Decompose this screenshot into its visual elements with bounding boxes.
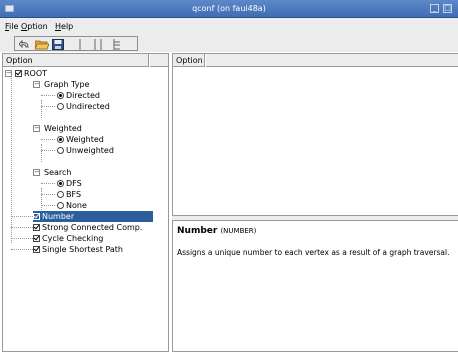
tree-item-unweighted[interactable]: Unweighted bbox=[57, 145, 114, 156]
tree-connector bbox=[41, 183, 55, 184]
tree-connector bbox=[41, 205, 55, 206]
title-bar[interactable]: qconf (on faui48a) _ □ bbox=[0, 0, 458, 18]
checkbox-icon[interactable] bbox=[33, 224, 40, 231]
menu-file[interactable]: File bbox=[5, 22, 18, 31]
option-header-filler bbox=[206, 54, 458, 67]
menu-help[interactable]: Help bbox=[55, 22, 73, 31]
tree-item-label: BFS bbox=[66, 190, 82, 199]
tree-connector bbox=[41, 95, 55, 96]
full-view-icon[interactable] bbox=[112, 39, 122, 50]
single-view-icon[interactable] bbox=[77, 39, 83, 50]
tree-item-label: Number bbox=[42, 212, 75, 221]
option-column-header[interactable]: Option bbox=[173, 54, 205, 67]
tree-item-dfs[interactable]: DFS bbox=[57, 178, 82, 189]
tree-item-root[interactable]: ROOT bbox=[15, 68, 47, 79]
tree-item-label: ROOT bbox=[24, 69, 48, 78]
menu-help-label: elp bbox=[61, 22, 74, 31]
tree-connector bbox=[41, 150, 55, 151]
collapse-icon[interactable]: − bbox=[5, 70, 12, 77]
tree-item-label: Directed bbox=[66, 91, 100, 100]
checkbox-icon[interactable] bbox=[15, 70, 22, 77]
tree-connector bbox=[41, 106, 55, 107]
radio-icon[interactable] bbox=[57, 202, 64, 209]
tree-connector bbox=[11, 76, 12, 243]
tree-item-strong-connected[interactable]: Strong Connected Comp. bbox=[33, 222, 142, 233]
checkbox-icon[interactable] bbox=[33, 213, 40, 220]
tree-item-label: None bbox=[66, 201, 87, 210]
tree-item-label: Cycle Checking bbox=[42, 234, 104, 243]
menu-option[interactable]: Option bbox=[21, 22, 48, 31]
toolbar-frame bbox=[14, 36, 138, 51]
option-list-pane[interactable]: Option bbox=[172, 53, 458, 216]
maximize-button[interactable]: □ bbox=[443, 4, 452, 13]
tree-item-single-shortest-path[interactable]: Single Shortest Path bbox=[33, 244, 123, 255]
tree-item-label: Weighted bbox=[66, 135, 104, 144]
open-folder-icon[interactable] bbox=[35, 39, 49, 50]
tree-item-search[interactable]: Search bbox=[44, 167, 71, 178]
radio-icon[interactable] bbox=[57, 180, 64, 187]
help-pane: Number (NUMBER) Assigns a unique number … bbox=[172, 220, 458, 352]
checkbox-icon[interactable] bbox=[33, 235, 40, 242]
tree-item-number[interactable]: Number bbox=[33, 211, 153, 222]
radio-icon[interactable] bbox=[57, 103, 64, 110]
tree-connector bbox=[41, 144, 42, 162]
collapse-icon[interactable]: − bbox=[33, 169, 40, 176]
tree-item-label: Single Shortest Path bbox=[42, 245, 123, 254]
window-title: qconf (on faui48a) bbox=[192, 4, 266, 13]
tree-item-undirected[interactable]: Undirected bbox=[57, 101, 110, 112]
tree-item-label: Search bbox=[44, 168, 72, 177]
minimize-button[interactable]: _ bbox=[430, 4, 439, 13]
tree-item-weighted-group[interactable]: Weighted bbox=[44, 123, 82, 134]
tree-connector bbox=[41, 139, 55, 140]
tree-item-none[interactable]: None bbox=[57, 200, 87, 211]
checkbox-icon[interactable] bbox=[33, 246, 40, 253]
tree-item-label: Strong Connected Comp. bbox=[42, 223, 143, 232]
config-tree-pane[interactable]: Option − − − − ROOT Graph Type Directed … bbox=[2, 53, 169, 352]
radio-icon[interactable] bbox=[57, 136, 64, 143]
help-option-name: Number bbox=[177, 226, 218, 236]
radio-icon[interactable] bbox=[57, 92, 64, 99]
radio-icon[interactable] bbox=[57, 147, 64, 154]
tree-connector bbox=[41, 100, 42, 118]
tree-item-label: DFS bbox=[66, 179, 82, 188]
tree-item-label: Unweighted bbox=[66, 146, 114, 155]
help-title: Number (NUMBER) bbox=[177, 226, 256, 236]
tree-item-weighted[interactable]: Weighted bbox=[57, 134, 104, 145]
tree-item-graph-type[interactable]: Graph Type bbox=[44, 79, 89, 90]
menu-option-label: ption bbox=[27, 22, 48, 31]
tree-connector bbox=[41, 194, 55, 195]
tree-item-label: Undirected bbox=[66, 102, 110, 111]
menu-bar: File Option Help bbox=[0, 18, 458, 35]
help-description: Assigns a unique number to each vertex a… bbox=[177, 248, 450, 257]
tree-header-filler bbox=[150, 54, 168, 67]
toolbar bbox=[0, 35, 458, 52]
tree-connector bbox=[11, 238, 33, 239]
help-symbol-name: (NUMBER) bbox=[220, 227, 257, 235]
split-view-icon[interactable] bbox=[93, 39, 103, 50]
tree-item-label: Graph Type bbox=[44, 80, 90, 89]
tree-item-cycle-checking[interactable]: Cycle Checking bbox=[33, 233, 103, 244]
tree-connector bbox=[11, 249, 33, 250]
collapse-icon[interactable]: − bbox=[33, 125, 40, 132]
tree-connector bbox=[11, 227, 33, 228]
tree-item-label: Weighted bbox=[44, 124, 82, 133]
tree-item-bfs[interactable]: BFS bbox=[57, 189, 81, 200]
tree-item-directed[interactable]: Directed bbox=[57, 90, 100, 101]
collapse-icon[interactable]: − bbox=[33, 81, 40, 88]
back-icon[interactable] bbox=[19, 39, 31, 50]
menu-file-label: ile bbox=[9, 22, 19, 31]
tree-connector bbox=[11, 216, 33, 217]
tree-column-header[interactable]: Option bbox=[3, 54, 149, 67]
radio-icon[interactable] bbox=[57, 191, 64, 198]
save-icon[interactable] bbox=[52, 39, 64, 50]
